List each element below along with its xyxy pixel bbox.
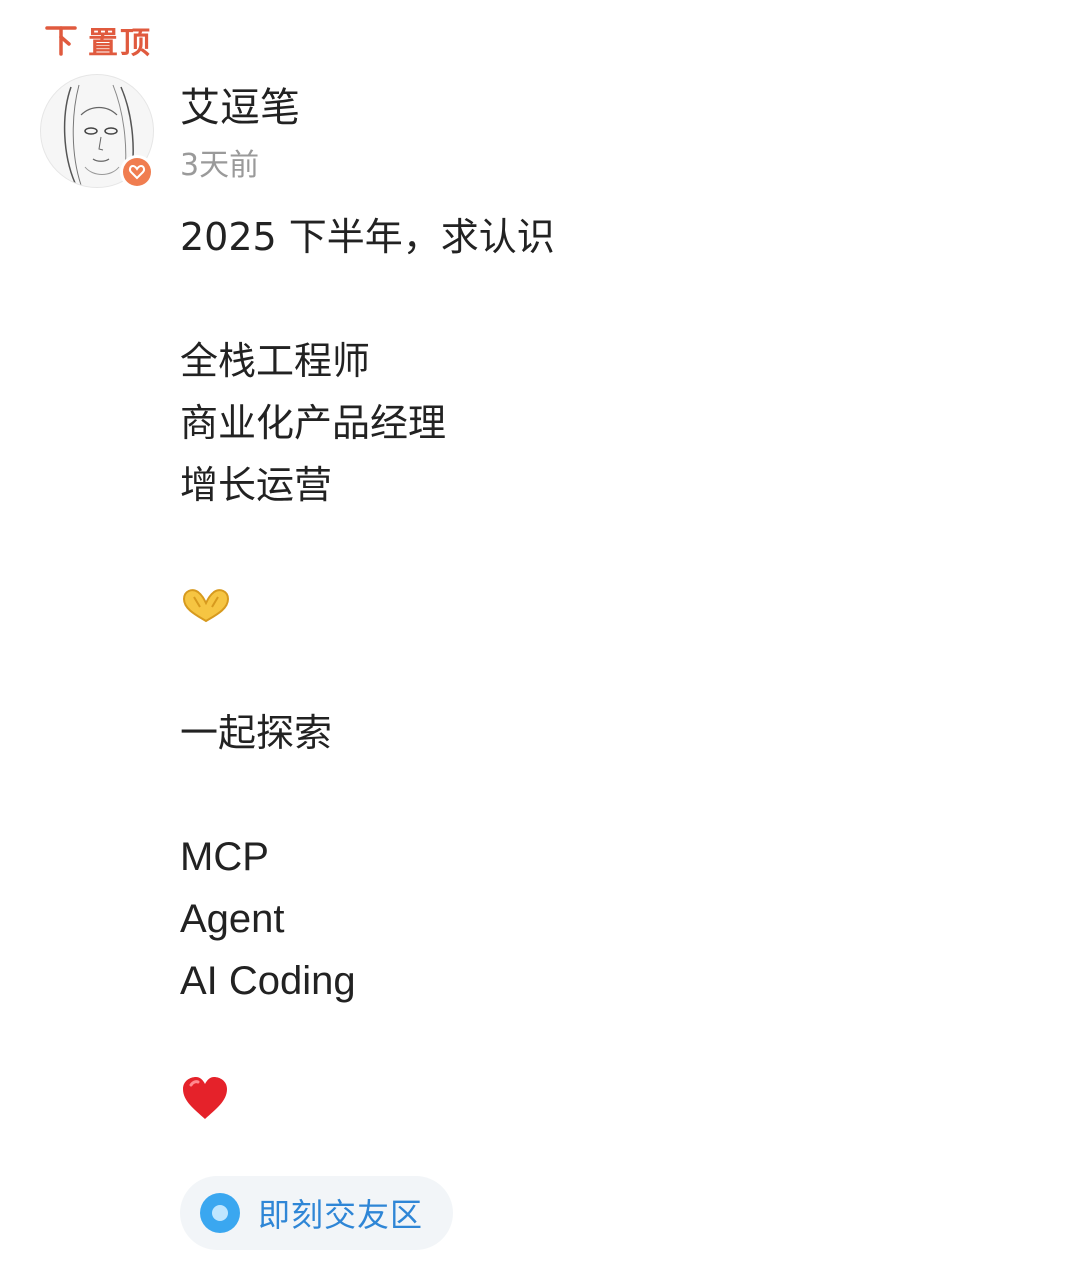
topic-tag[interactable]: 即刻交友区: [180, 1176, 454, 1250]
post-line: 2025 下半年，求认识: [180, 215, 555, 259]
post-line: MCP: [180, 835, 269, 879]
red-heart-line: [180, 1074, 1040, 1136]
author-name[interactable]: 艾逗笔: [180, 82, 300, 134]
post-time: 3天前: [180, 148, 260, 183]
pinned-indicator: 置顶: [44, 18, 152, 62]
heart-badge-icon: [120, 155, 154, 189]
post-line: 增长运营: [180, 463, 333, 507]
post-line: 商业化产品经理: [180, 401, 447, 445]
red-heart-icon: [180, 1075, 230, 1141]
topic-circle-icon: [200, 1193, 240, 1233]
post-body: 2025 下半年，求认识 全栈工程师 商业化产品经理 增长运营 一起探索 MCP…: [180, 206, 1040, 1136]
post-line: 一起探索: [180, 711, 333, 755]
pinned-label: 置顶: [88, 26, 152, 61]
post-line: 全栈工程师: [180, 339, 371, 383]
post-line: AI Coding: [180, 959, 356, 1003]
pin-top-icon: [44, 23, 78, 57]
topic-label: 即刻交友区: [258, 1196, 424, 1234]
heart-hands-line: [180, 578, 1040, 640]
heart-hands-icon: [180, 581, 232, 643]
post-line: Agent: [180, 897, 285, 941]
